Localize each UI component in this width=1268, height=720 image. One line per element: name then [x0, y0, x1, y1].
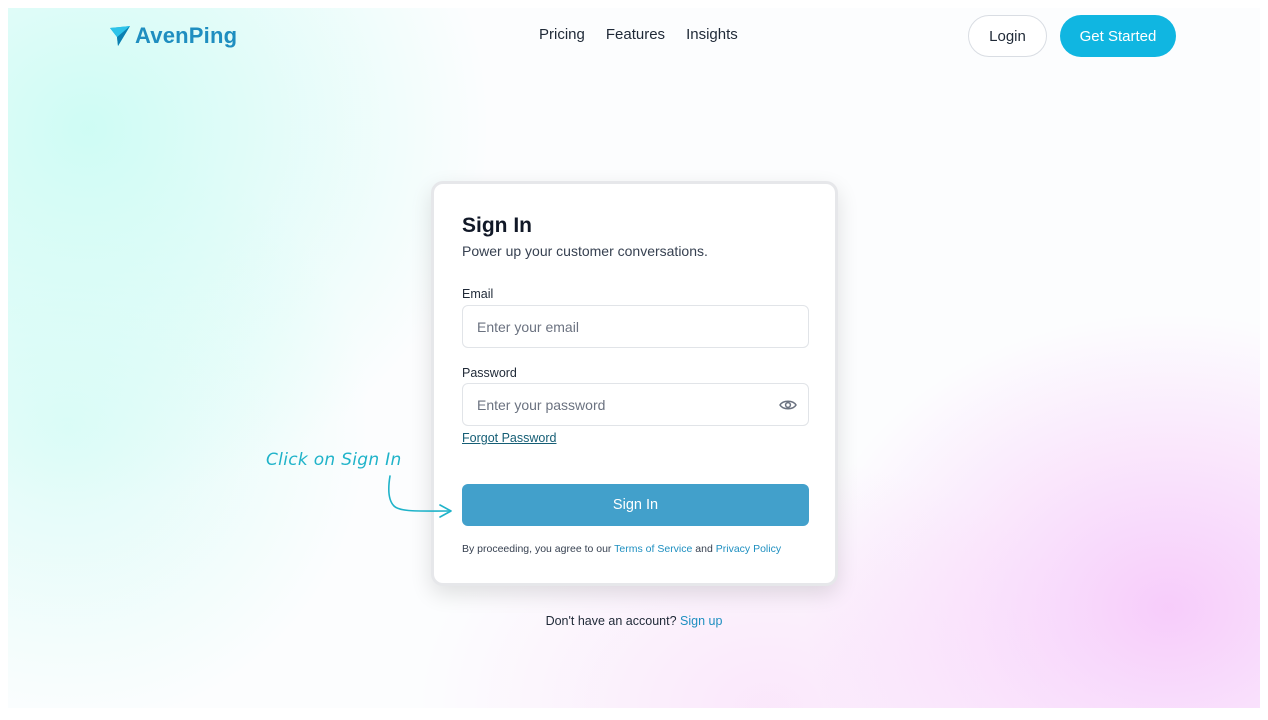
- email-field[interactable]: [463, 306, 808, 347]
- annotation-arrow-icon: [388, 475, 452, 518]
- signin-title: Sign In: [462, 214, 532, 237]
- nav-pricing[interactable]: Pricing: [539, 26, 585, 43]
- brand-name: AvenPing: [135, 23, 238, 48]
- signin-subtitle: Power up your customer conversations.: [462, 243, 708, 259]
- password-field-wrapper: [462, 383, 809, 426]
- get-started-button[interactable]: Get Started: [1060, 15, 1176, 57]
- eye-icon[interactable]: [779, 397, 797, 413]
- signin-card: Sign In Power up your customer conversat…: [431, 181, 838, 586]
- annotation-label: Click on Sign In: [266, 450, 402, 470]
- terms-and: and: [695, 543, 713, 555]
- email-label: Email: [462, 287, 494, 301]
- login-button[interactable]: Login: [968, 15, 1047, 57]
- sign-up-link[interactable]: Sign up: [680, 614, 722, 628]
- signup-prompt: Don't have an account? Sign up: [8, 614, 1260, 628]
- password-label: Password: [462, 366, 517, 380]
- email-field-wrapper: [462, 305, 809, 348]
- main-nav: Pricing Features Insights: [539, 26, 738, 43]
- paper-plane-icon: [110, 26, 130, 46]
- forgot-password-link[interactable]: Forgot Password: [462, 431, 556, 445]
- nav-features[interactable]: Features: [606, 26, 665, 43]
- page-background: AvenPing Pricing Features Insights Login…: [8, 8, 1260, 708]
- terms-notice: By proceeding, you agree to our Terms of…: [462, 543, 781, 555]
- terms-of-service-link[interactable]: Terms of Service: [614, 543, 692, 555]
- password-field[interactable]: [463, 384, 808, 425]
- nav-insights[interactable]: Insights: [686, 26, 738, 43]
- sign-in-button[interactable]: Sign In: [462, 484, 809, 526]
- privacy-policy-link[interactable]: Privacy Policy: [716, 543, 781, 555]
- brand-logo[interactable]: AvenPing: [109, 23, 238, 48]
- terms-prefix: By proceeding, you agree to our: [462, 543, 612, 555]
- signup-text: Don't have an account?: [545, 614, 677, 628]
